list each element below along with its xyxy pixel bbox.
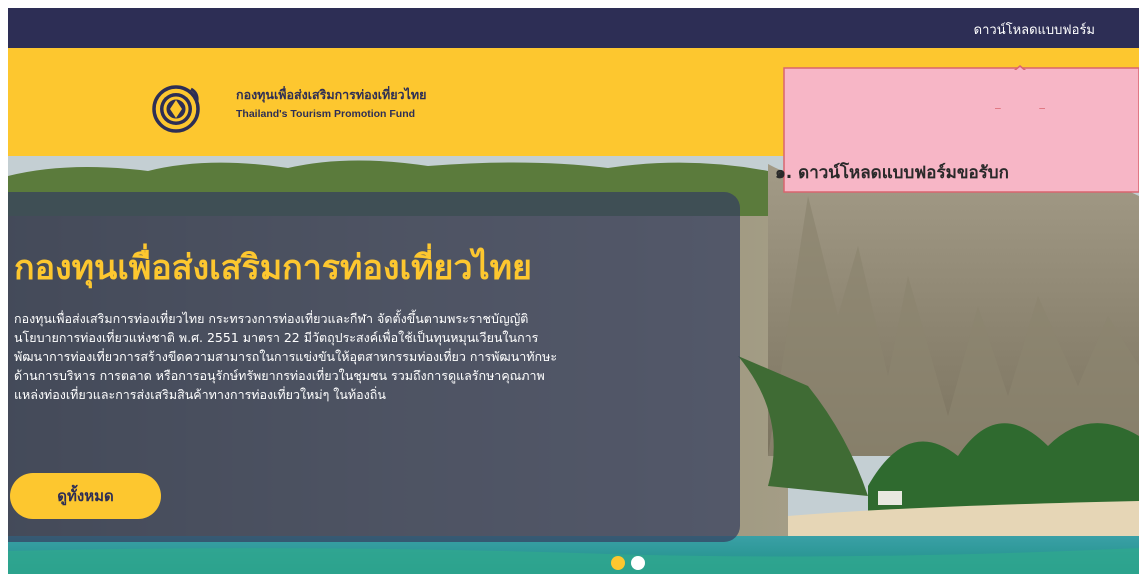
annotation-callout <box>783 65 1139 193</box>
annotation-text: ๑. ดาวน์โหลดแบบฟอร์มขอรับก <box>775 163 1009 183</box>
